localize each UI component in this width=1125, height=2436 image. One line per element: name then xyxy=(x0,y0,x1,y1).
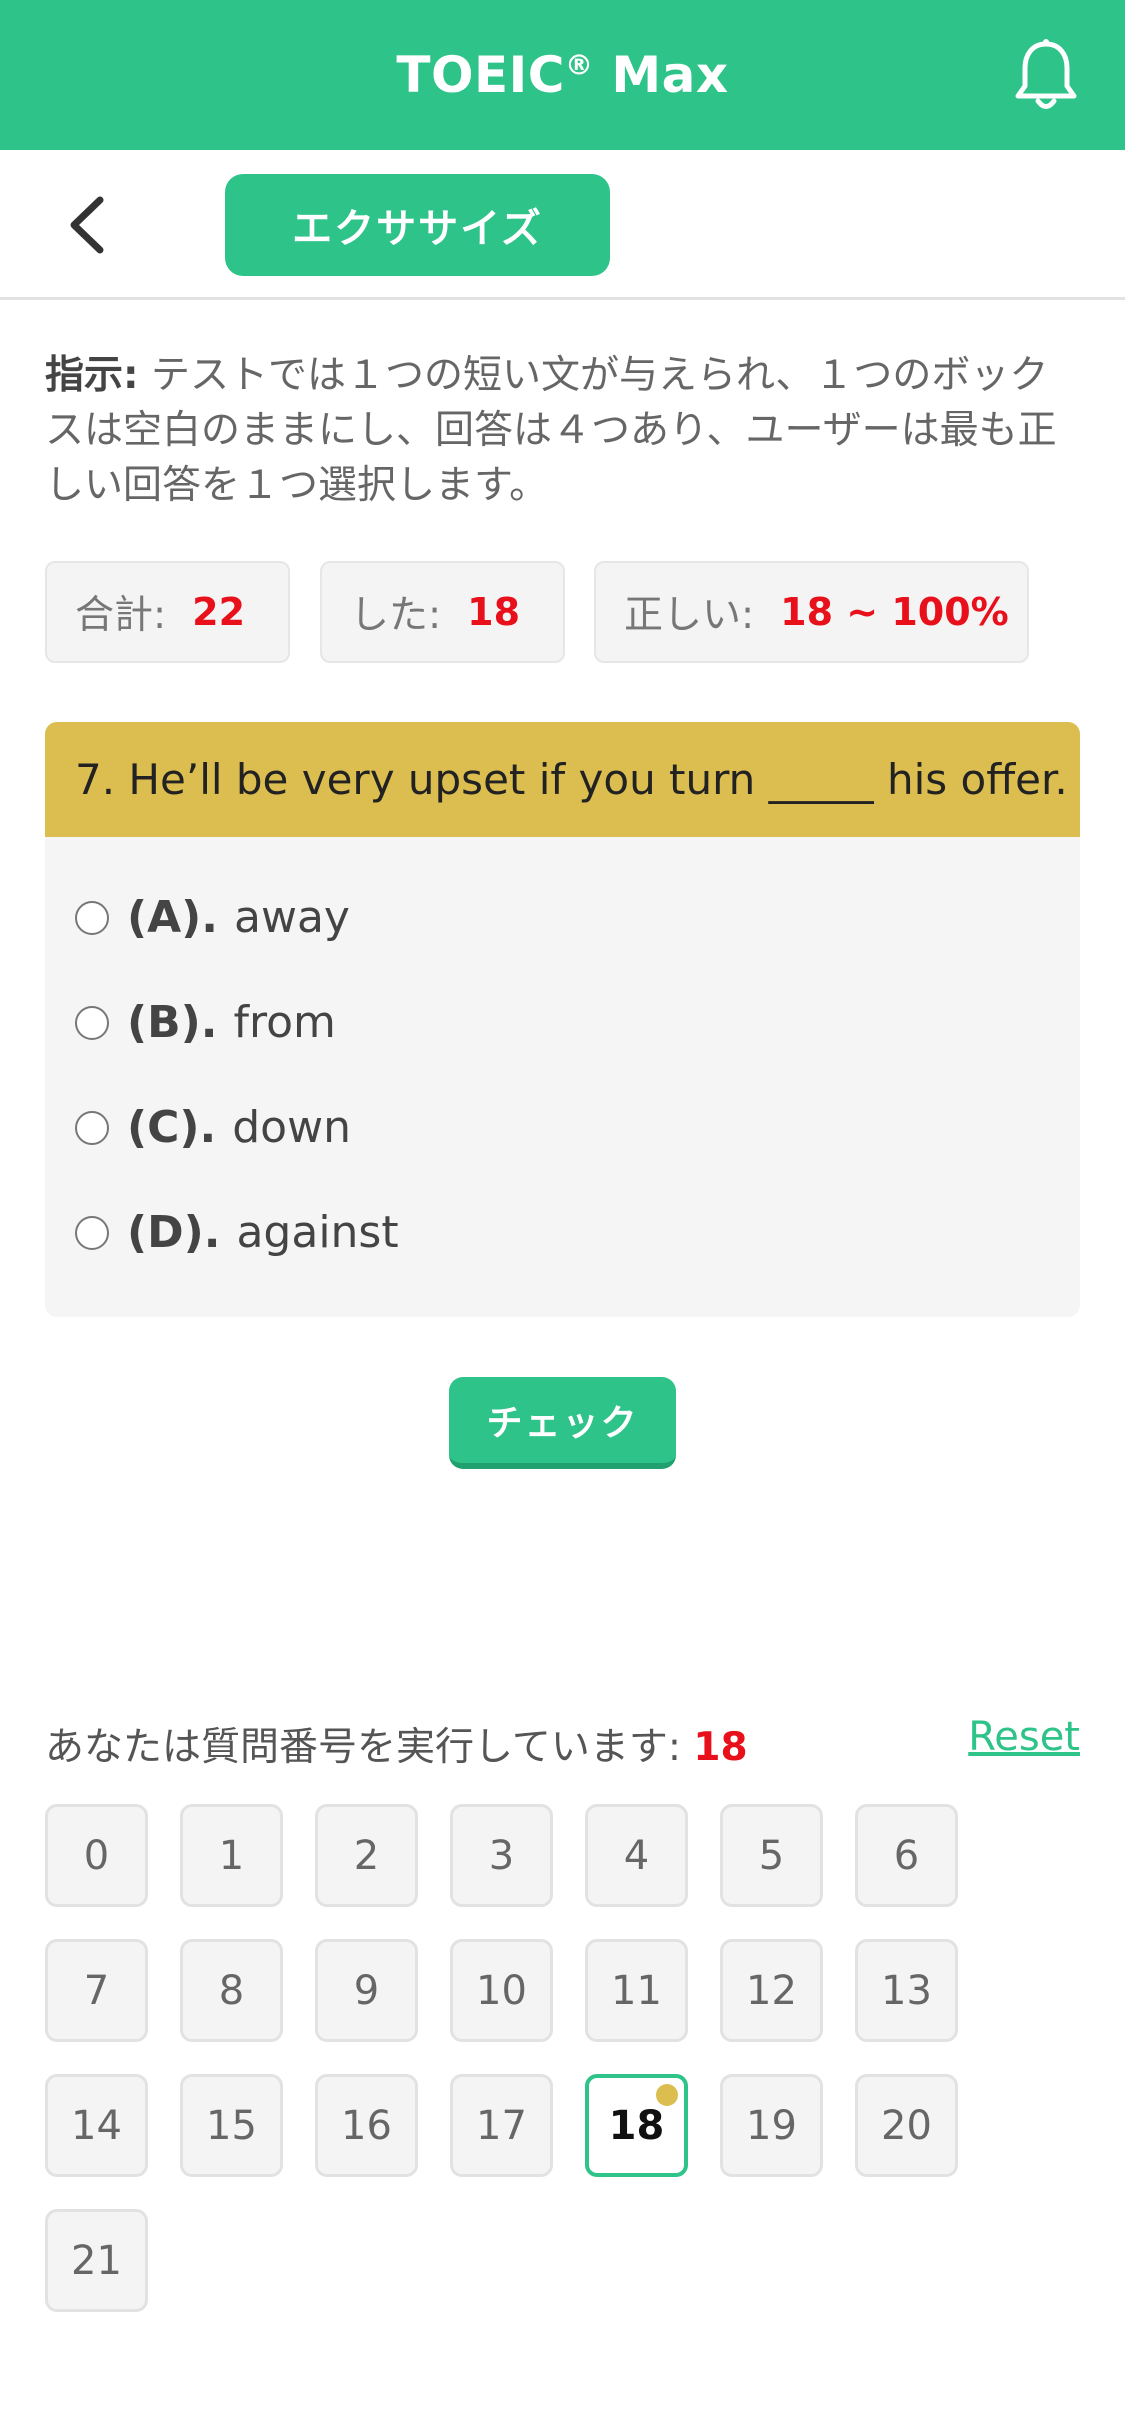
bell-icon[interactable] xyxy=(1012,38,1080,114)
check-button[interactable]: チェック xyxy=(449,1377,676,1469)
reset-link[interactable]: Reset xyxy=(968,1714,1080,1760)
question-number-button[interactable]: 15 xyxy=(180,2074,283,2177)
question-number-label: 20 xyxy=(881,2102,932,2149)
question-number-button[interactable]: 19 xyxy=(720,2074,823,2177)
instructions-text: 指示: テストでは１つの短い文が与えられ、１つのボックスは空白のままにし、回答は… xyxy=(45,353,1057,508)
question-number-button[interactable]: 5 xyxy=(720,1804,823,1907)
question-number-label: 0 xyxy=(83,1832,110,1879)
question-number-label: 13 xyxy=(881,1967,932,2014)
question-number-button[interactable]: 20 xyxy=(855,2074,958,2177)
question-number-label: 18 xyxy=(608,2102,665,2149)
question-text: 7. He’ll be very upset if you turn _____… xyxy=(45,722,1080,837)
question-number-button[interactable]: 4 xyxy=(585,1804,688,1907)
question-number-button[interactable]: 12 xyxy=(720,1939,823,2042)
exercise-button[interactable]: エクササイズ xyxy=(225,174,610,276)
question-number-button[interactable]: 0 xyxy=(45,1804,148,1907)
option-d[interactable]: (D). against xyxy=(75,1207,399,1258)
question-number-label: 11 xyxy=(611,1967,662,2014)
question-number-button[interactable]: 7 xyxy=(45,1939,148,2042)
radio-button[interactable] xyxy=(75,900,109,935)
stat-total: 合計: 22 xyxy=(45,561,290,663)
option-b[interactable]: (B). from xyxy=(75,997,336,1048)
question-number-label: 14 xyxy=(71,2102,122,2149)
question-number-button[interactable]: 1 xyxy=(180,1804,283,1907)
question-number-button[interactable]: 17 xyxy=(450,2074,553,2177)
question-number-label: 16 xyxy=(341,2102,392,2149)
question-number-button[interactable]: 21 xyxy=(45,2209,148,2312)
question-number-button[interactable]: 11 xyxy=(585,1939,688,2042)
question-number-button[interactable]: 10 xyxy=(450,1939,553,2042)
question-number-label: 8 xyxy=(218,1967,245,2014)
question-number-label: 3 xyxy=(488,1832,515,1879)
question-number-button[interactable]: 16 xyxy=(315,2074,418,2177)
stat-correct: 正しい: 18 ~ 100% xyxy=(594,561,1029,663)
question-number-label: 2 xyxy=(353,1832,380,1879)
question-number-label: 9 xyxy=(353,1967,380,2014)
back-arrow-icon[interactable] xyxy=(62,192,112,258)
question-number-label: 5 xyxy=(758,1832,785,1879)
question-number-label: 17 xyxy=(476,2102,527,2149)
radio-button[interactable] xyxy=(75,1110,109,1145)
app-header: TOEIC® Max xyxy=(0,0,1125,150)
question-number-label: 1 xyxy=(218,1832,245,1879)
question-number-button[interactable]: 18 xyxy=(585,2074,688,2177)
question-number-button[interactable]: 8 xyxy=(180,1939,283,2042)
question-number-button[interactable]: 13 xyxy=(855,1939,958,2042)
question-number-button[interactable]: 3 xyxy=(450,1804,553,1907)
question-number-button[interactable]: 14 xyxy=(45,2074,148,2177)
question-number-label: 12 xyxy=(746,1967,797,2014)
question-number-label: 6 xyxy=(893,1832,920,1879)
question-number-label: 7 xyxy=(83,1967,110,2014)
stat-done: した: 18 xyxy=(320,561,565,663)
question-number-label: 4 xyxy=(623,1832,650,1879)
question-number-button[interactable]: 9 xyxy=(315,1939,418,2042)
question-number-label: 15 xyxy=(206,2102,257,2149)
option-c[interactable]: (C). down xyxy=(75,1102,351,1153)
radio-button[interactable] xyxy=(75,1215,109,1250)
question-number-button[interactable]: 6 xyxy=(855,1804,958,1907)
app-title: TOEIC® Max xyxy=(396,46,729,104)
radio-button[interactable] xyxy=(75,1005,109,1040)
question-card: 7. He’ll be very upset if you turn _____… xyxy=(45,722,1080,1317)
question-number-button[interactable]: 2 xyxy=(315,1804,418,1907)
question-number-label: 21 xyxy=(71,2237,122,2284)
option-a[interactable]: (A). away xyxy=(75,892,350,943)
question-number-label: 19 xyxy=(746,2102,797,2149)
question-number-label: 10 xyxy=(476,1967,527,2014)
current-indicator-dot xyxy=(656,2084,678,2106)
current-question-label: あなたは質問番号を実行しています: 18 xyxy=(45,1725,748,1770)
